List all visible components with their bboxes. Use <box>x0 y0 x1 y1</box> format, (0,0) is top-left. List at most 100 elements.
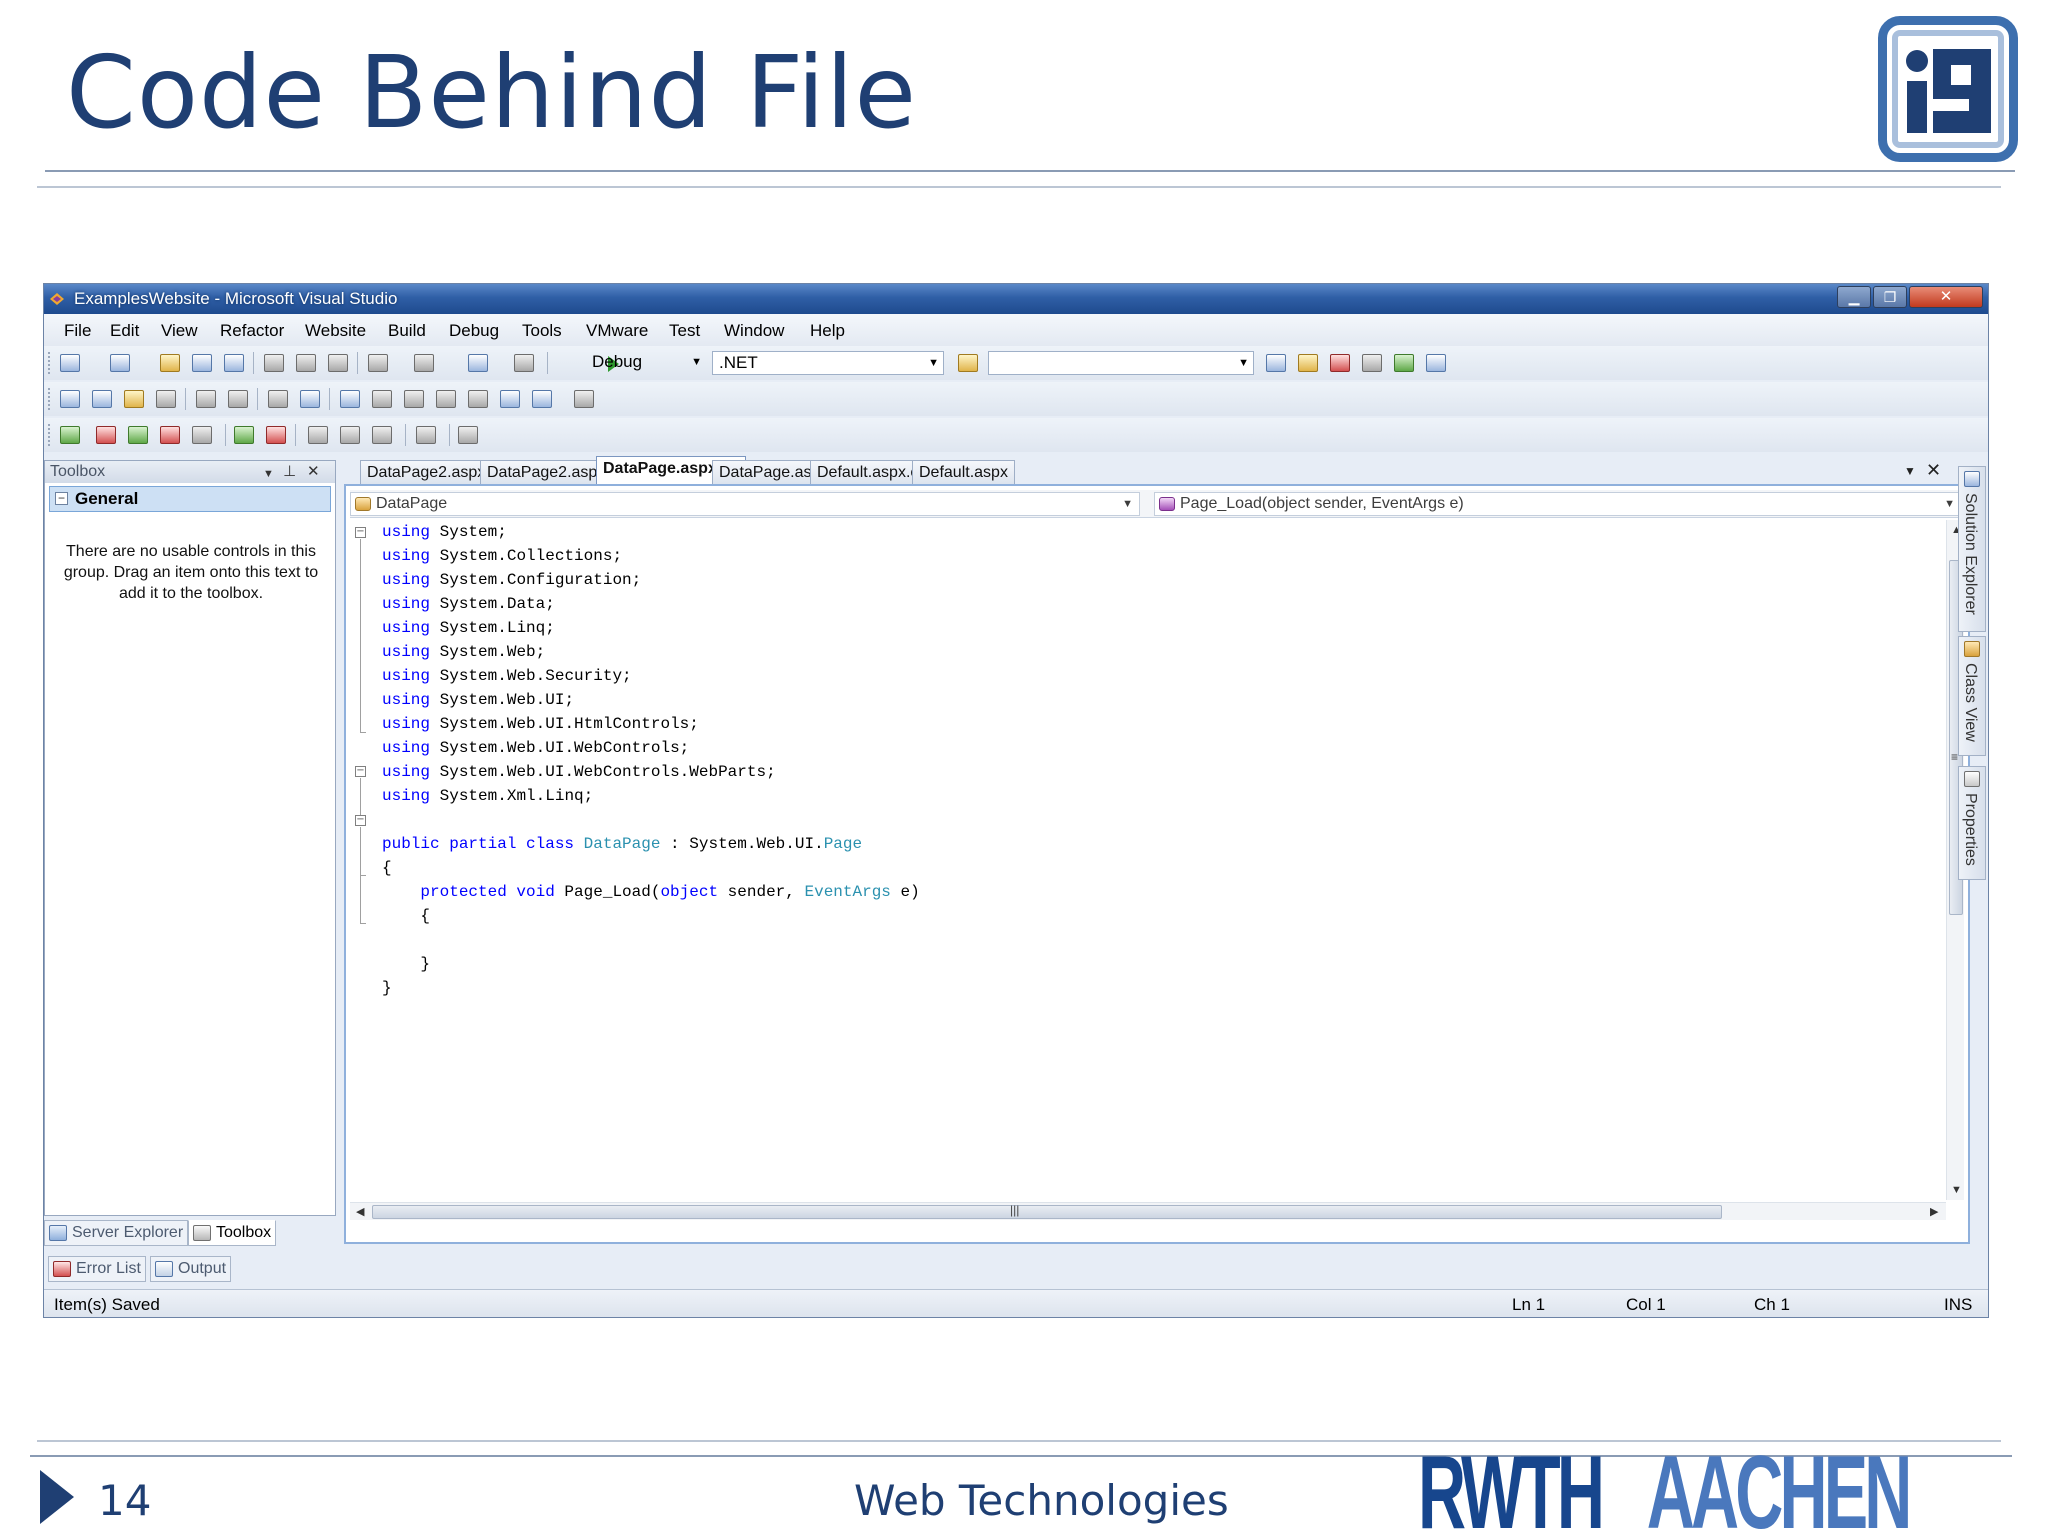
tab-solution-explorer[interactable]: Solution Explorer <box>1958 466 1986 632</box>
menu-file[interactable]: File <box>64 321 91 341</box>
window-position-dropdown-icon[interactable]: ▼ <box>263 463 274 485</box>
collapse-icon[interactable]: − <box>355 527 366 538</box>
member-combo[interactable]: Page_Load(object sender, EventArgs e) ▼ <box>1154 492 1962 516</box>
menu-help[interactable]: Help <box>810 321 845 341</box>
toolbox-icon[interactable] <box>1362 354 1382 372</box>
menu-website[interactable]: Website <box>305 321 366 341</box>
toggle-breakpoint-icon[interactable] <box>266 426 286 444</box>
tab-datapage2-aspx[interactable]: DataPage2.aspx <box>480 460 613 484</box>
auto-hide-pin-icon[interactable]: ⊥ <box>283 461 296 483</box>
paste-icon[interactable] <box>328 354 348 372</box>
code-text[interactable]: using System; using System.Collections; … <box>372 520 1942 1200</box>
navigate-forward-icon[interactable] <box>514 354 534 372</box>
menu-debug[interactable]: Debug <box>449 321 499 341</box>
comment-out-icon[interactable] <box>268 390 288 408</box>
breakpoints-window-icon[interactable] <box>416 426 436 444</box>
tab-label: Class View <box>1962 663 1979 742</box>
toolbar-grip[interactable] <box>48 424 52 446</box>
collapse-icon[interactable]: − <box>55 492 68 505</box>
step-into-icon[interactable] <box>128 426 148 444</box>
tab-server-explorer[interactable]: Server Explorer <box>44 1220 189 1246</box>
next-bookmark-icon[interactable] <box>404 390 424 408</box>
menu-vmware[interactable]: VMware <box>586 321 648 341</box>
hexadecimal-display-icon[interactable] <box>372 426 392 444</box>
command-window-icon[interactable] <box>1426 354 1446 372</box>
platform-select[interactable]: .NET ▼ <box>712 351 944 375</box>
menu-view[interactable]: View <box>161 321 198 341</box>
restart-icon[interactable] <box>192 426 212 444</box>
class-combo[interactable]: DataPage ▼ <box>350 492 1140 516</box>
code-type: DataPage <box>583 835 661 853</box>
open-file-icon[interactable] <box>160 354 180 372</box>
add-item-icon[interactable] <box>110 354 130 372</box>
tab-properties[interactable]: Properties <box>1958 766 1986 880</box>
find-in-files-icon[interactable] <box>958 354 978 372</box>
continue-icon[interactable] <box>60 426 80 444</box>
scroll-right-arrow-icon[interactable]: ▶ <box>1930 1205 1938 1218</box>
tab-error-list[interactable]: Error List <box>48 1256 146 1282</box>
scroll-down-arrow-icon[interactable]: ▼ <box>1951 1184 1962 1196</box>
properties-window-icon[interactable] <box>1298 354 1318 372</box>
active-files-dropdown-icon[interactable]: ▼ <box>1904 464 1916 478</box>
step-over-icon[interactable] <box>234 426 254 444</box>
horizontal-scrollbar[interactable]: ◀ ||| ▶ <box>350 1202 1946 1220</box>
next-bookmark-folder-icon[interactable] <box>468 390 488 408</box>
menu-tools[interactable]: Tools <box>522 321 562 341</box>
toggle-bookmark-icon[interactable] <box>340 390 360 408</box>
close-document-icon[interactable]: ✕ <box>1926 460 1941 481</box>
break-all-icon[interactable] <box>96 426 116 444</box>
copy-icon[interactable] <box>296 354 316 372</box>
toolbox-tab-strip: Server Explorer Toolbox <box>44 1218 344 1246</box>
close-button[interactable]: ✕ <box>1909 286 1983 308</box>
menu-edit[interactable]: Edit <box>110 321 139 341</box>
menu-window[interactable]: Window <box>724 321 784 341</box>
toolbar-grip[interactable] <box>48 352 52 374</box>
toolbox-group-general[interactable]: − General <box>49 486 331 512</box>
start-page-icon[interactable] <box>1394 354 1414 372</box>
cut-icon[interactable] <box>264 354 284 372</box>
navigate-backward-icon[interactable] <box>468 354 488 372</box>
menu-test[interactable]: Test <box>669 321 700 341</box>
clear-bookmarks-icon[interactable] <box>574 390 594 408</box>
previous-bookmark-document-icon[interactable] <box>500 390 520 408</box>
close-toolbox-icon[interactable]: ✕ <box>307 461 320 483</box>
collapse-icon[interactable]: − <box>355 766 366 777</box>
toolbar-grip[interactable] <box>48 388 52 410</box>
undo-icon[interactable] <box>368 354 388 372</box>
menu-build[interactable]: Build <box>388 321 426 341</box>
stop-debugging-icon[interactable] <box>160 426 180 444</box>
menu-refactor[interactable]: Refactor <box>220 321 284 341</box>
uncomment-icon[interactable] <box>300 390 320 408</box>
toolbar-separator <box>257 388 258 410</box>
redo-icon[interactable] <box>414 354 434 372</box>
previous-bookmark-icon[interactable] <box>372 390 392 408</box>
save-icon[interactable] <box>192 354 212 372</box>
tab-output[interactable]: Output <box>150 1256 232 1282</box>
window-titlebar[interactable]: ExamplesWebsite - Microsoft Visual Studi… <box>44 284 1988 314</box>
quick-info-icon[interactable] <box>124 390 144 408</box>
show-next-statement-icon[interactable] <box>340 426 360 444</box>
previous-bookmark-folder-icon[interactable] <box>436 390 456 408</box>
solution-configuration-select[interactable]: Debug ▼ <box>586 351 706 375</box>
object-browser-icon[interactable] <box>1330 354 1350 372</box>
maximize-button[interactable]: ❐ <box>1873 286 1907 308</box>
save-all-icon[interactable] <box>224 354 244 372</box>
decrease-indent-icon[interactable] <box>196 390 216 408</box>
step-out-icon[interactable] <box>308 426 328 444</box>
new-project-icon[interactable] <box>60 354 80 372</box>
horizontal-scroll-thumb[interactable] <box>372 1205 1722 1219</box>
tab-default-aspx[interactable]: Default.aspx <box>912 460 1015 484</box>
complete-word-icon[interactable] <box>156 390 176 408</box>
scroll-left-arrow-icon[interactable]: ◀ <box>356 1205 364 1218</box>
display-object-member-list-icon[interactable] <box>60 390 80 408</box>
tab-toolbox[interactable]: Toolbox <box>188 1220 277 1246</box>
solution-explorer-icon[interactable] <box>1266 354 1286 372</box>
collapse-icon[interactable]: − <box>355 815 366 826</box>
tab-class-view[interactable]: Class View <box>1958 636 1986 756</box>
increase-indent-icon[interactable] <box>228 390 248 408</box>
find-combo[interactable]: ▼ <box>988 351 1254 375</box>
next-bookmark-document-icon[interactable] <box>532 390 552 408</box>
watch-window-icon[interactable] <box>458 426 478 444</box>
minimize-button[interactable]: ▁ <box>1837 286 1871 308</box>
parameter-info-icon[interactable] <box>92 390 112 408</box>
